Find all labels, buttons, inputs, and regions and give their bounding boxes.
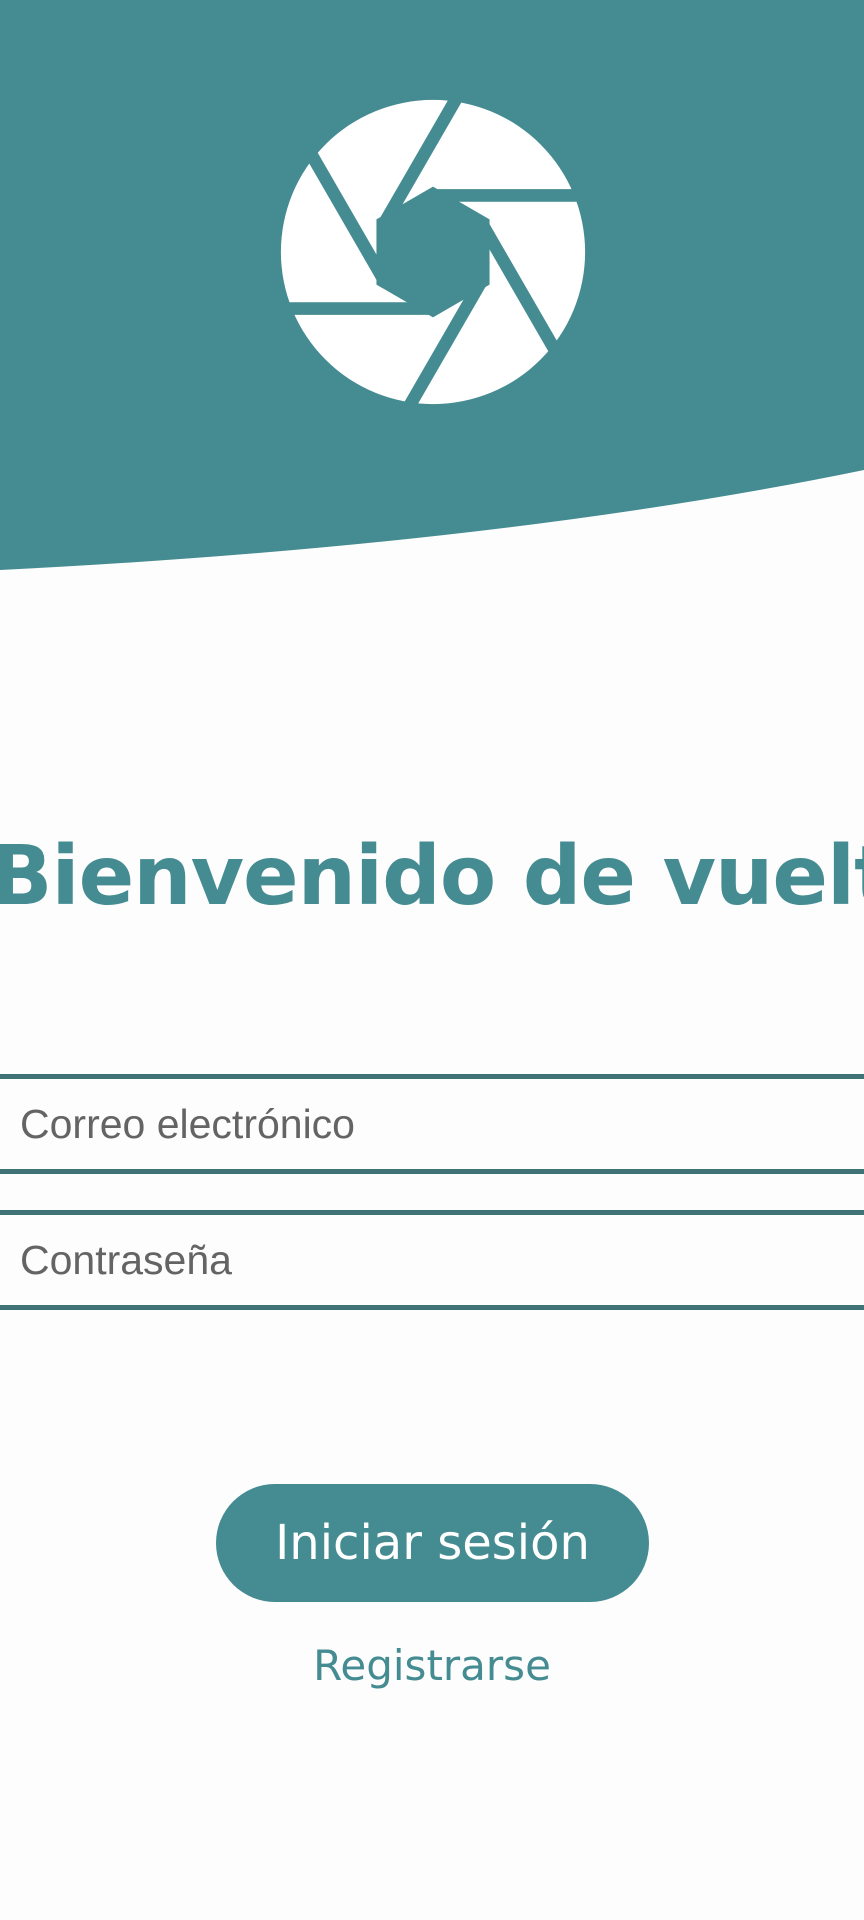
password-input[interactable] <box>0 1215 864 1305</box>
login-button[interactable]: Iniciar sesión <box>216 1484 649 1602</box>
camera-aperture-icon <box>277 85 589 419</box>
login-screen: Bienvenido de vuelta Iniciar sesión Regi… <box>0 0 864 1920</box>
email-field[interactable] <box>0 1074 864 1174</box>
email-input[interactable] <box>0 1079 864 1169</box>
register-link[interactable]: Registrarse <box>232 1636 632 1696</box>
password-field[interactable] <box>0 1210 864 1310</box>
welcome-title: Bienvenido de vuelta <box>0 829 864 924</box>
